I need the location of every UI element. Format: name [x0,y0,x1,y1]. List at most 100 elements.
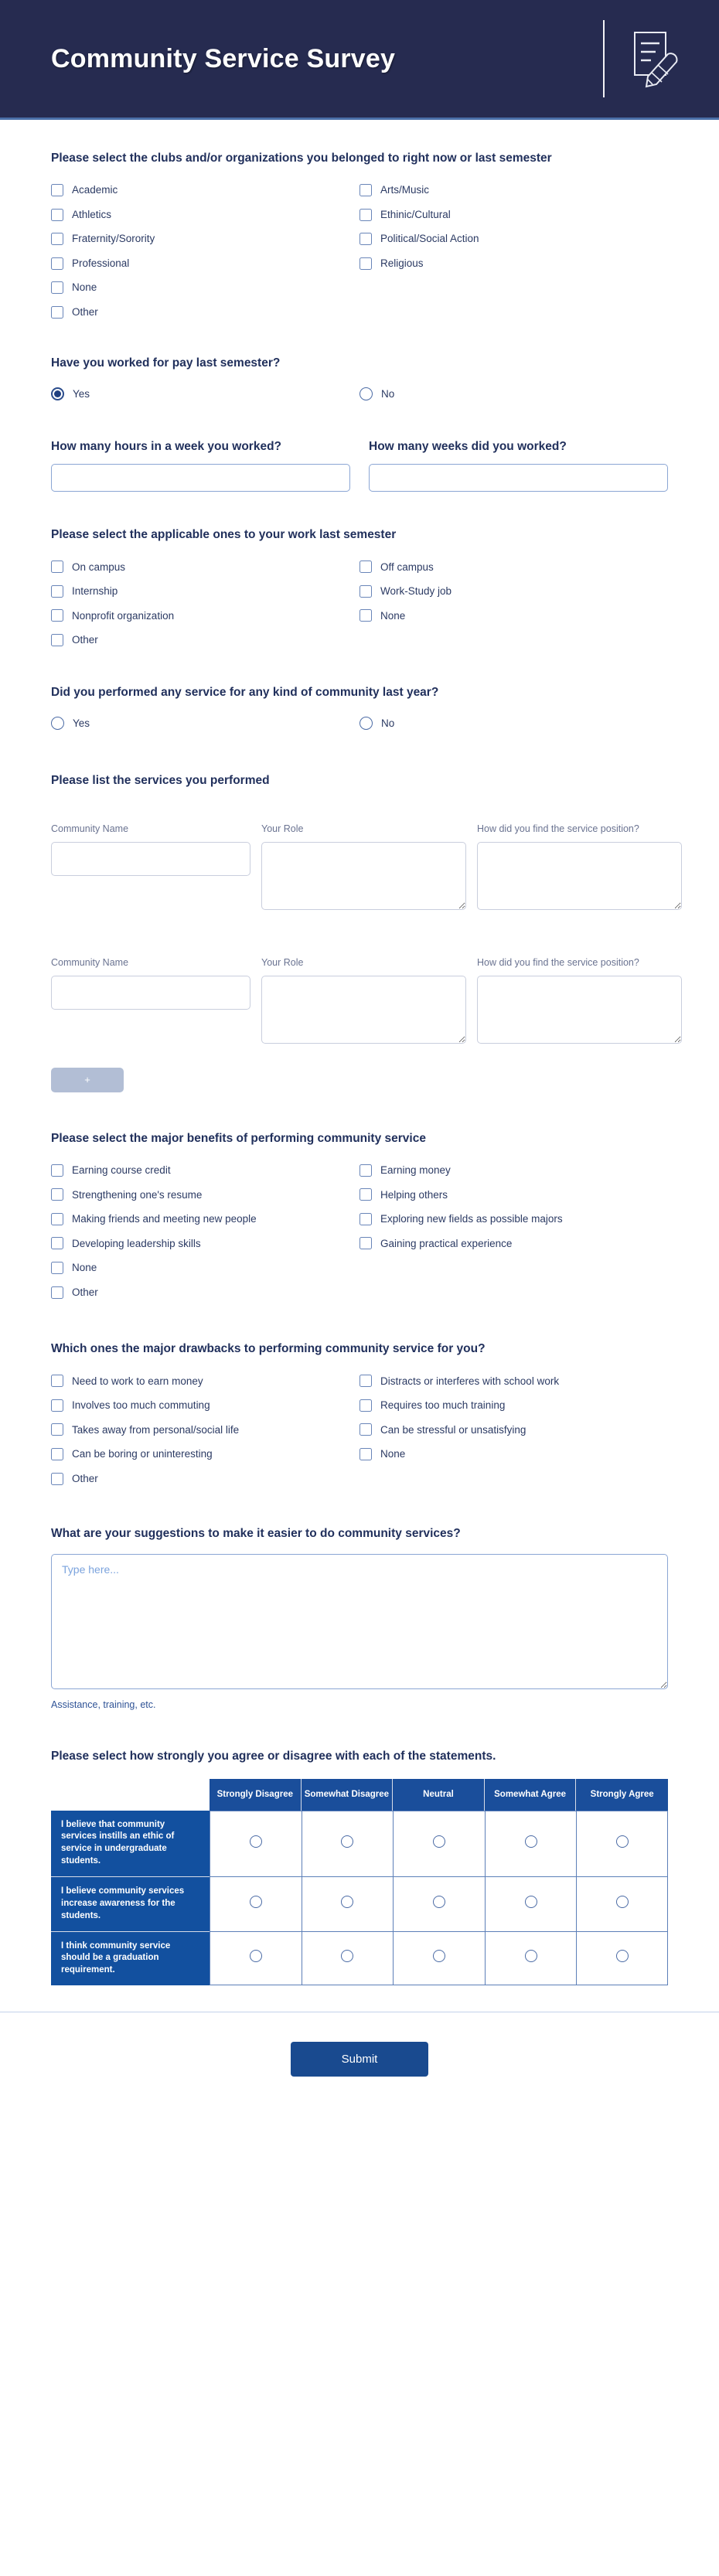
checkbox-icon[interactable] [51,1423,63,1436]
checkbox-option[interactable]: Requires too much training [360,1393,668,1418]
checkbox-icon[interactable] [360,1237,372,1250]
radio-icon[interactable] [615,1896,629,1909]
likert-cell[interactable] [210,1931,302,1986]
checkbox-option[interactable]: Arts/Music [360,178,668,203]
checkbox-icon[interactable] [360,1188,372,1201]
checkbox-option[interactable]: Helping others [360,1183,668,1208]
your-role-textarea-2[interactable] [261,975,466,1044]
likert-cell[interactable] [301,1810,394,1877]
likert-cell[interactable] [576,1876,668,1932]
checkbox-option[interactable]: Takes away from personal/social life [51,1418,360,1443]
checkbox-icon[interactable] [360,208,372,221]
likert-cell[interactable] [576,1810,668,1877]
radio-option-yes[interactable]: Yes [51,711,360,736]
checkbox-icon[interactable] [51,1472,63,1485]
checkbox-icon[interactable] [360,609,372,622]
checkbox-option-none[interactable]: None [51,275,668,300]
checkbox-option[interactable]: Fraternity/Sorority [51,227,360,251]
radio-icon[interactable] [524,1835,537,1849]
radio-icon[interactable] [524,1896,537,1909]
checkbox-option-other[interactable]: Other [51,300,668,325]
radio-option-no[interactable]: No [360,382,668,407]
likert-cell[interactable] [484,1931,577,1986]
checkbox-icon[interactable] [360,1399,372,1412]
checkbox-icon[interactable] [51,1286,63,1299]
radio-icon[interactable] [615,1950,629,1963]
checkbox-icon[interactable] [51,1262,63,1275]
checkbox-option[interactable]: Nonprofit organization [51,604,360,629]
radio-icon[interactable] [249,1835,262,1849]
hours-input[interactable] [51,464,350,492]
likert-cell[interactable] [301,1931,394,1986]
checkbox-option[interactable]: Earning course credit [51,1158,360,1183]
community-name-input-1[interactable] [51,841,250,876]
checkbox-icon[interactable] [51,233,63,246]
checkbox-option[interactable]: Involves too much commuting [51,1393,360,1418]
checkbox-option[interactable]: Distracts or interferes with school work [360,1369,668,1394]
checkbox-option[interactable]: Off campus [360,555,668,580]
checkbox-icon[interactable] [51,281,63,295]
radio-icon[interactable] [341,1950,354,1963]
checkbox-icon[interactable] [360,257,372,270]
radio-option-no[interactable]: No [360,711,668,736]
checkbox-icon[interactable] [360,1448,372,1460]
checkbox-option[interactable]: Work-Study job [360,579,668,604]
radio-icon[interactable] [360,717,373,731]
checkbox-option[interactable]: Professional [51,251,360,276]
checkbox-icon[interactable] [51,561,63,574]
weeks-input[interactable] [369,464,668,492]
checkbox-icon[interactable] [51,305,63,319]
checkbox-icon[interactable] [360,584,372,598]
submit-button[interactable]: Submit [290,2042,429,2077]
checkbox-option[interactable]: Religious [360,251,668,276]
suggestions-textarea[interactable] [51,1553,668,1689]
checkbox-icon[interactable] [51,257,63,270]
radio-icon[interactable] [249,1950,262,1963]
likert-cell[interactable] [210,1876,302,1932]
checkbox-icon[interactable] [51,633,63,646]
checkbox-option[interactable]: Gaining practical experience [360,1232,668,1256]
checkbox-option[interactable]: None [360,1442,668,1467]
likert-cell[interactable] [484,1810,577,1877]
likert-cell[interactable] [393,1931,485,1986]
checkbox-option[interactable]: Making friends and meeting new people [51,1207,360,1232]
checkbox-option[interactable]: Need to work to earn money [51,1369,360,1394]
checkbox-option[interactable]: On campus [51,555,360,580]
checkbox-icon[interactable] [360,1212,372,1225]
checkbox-icon[interactable] [51,584,63,598]
checkbox-icon[interactable] [51,1399,63,1412]
checkbox-icon[interactable] [360,1423,372,1436]
checkbox-icon[interactable] [360,1164,372,1177]
how-found-textarea-1[interactable] [477,841,682,910]
checkbox-option[interactable]: Developing leadership skills [51,1232,360,1256]
checkbox-icon[interactable] [360,1375,372,1388]
radio-icon-selected[interactable] [51,387,64,401]
checkbox-icon[interactable] [51,1448,63,1460]
radio-icon[interactable] [341,1835,354,1849]
likert-cell[interactable] [210,1810,302,1877]
radio-option-yes[interactable]: Yes [51,382,360,407]
checkbox-icon[interactable] [360,233,372,246]
checkbox-option[interactable]: Can be stressful or unsatisfying [360,1418,668,1443]
checkbox-option[interactable]: Earning money [360,1158,668,1183]
checkbox-option[interactable]: Can be boring or uninteresting [51,1442,360,1467]
checkbox-icon[interactable] [51,184,63,197]
radio-icon[interactable] [432,1835,445,1849]
checkbox-icon[interactable] [51,208,63,221]
checkbox-option-other[interactable]: Other [51,1467,668,1491]
checkbox-icon[interactable] [360,561,372,574]
likert-cell[interactable] [576,1931,668,1986]
likert-cell[interactable] [393,1876,485,1932]
radio-icon[interactable] [432,1950,445,1963]
radio-icon[interactable] [341,1896,354,1909]
your-role-textarea-1[interactable] [261,841,466,910]
likert-cell[interactable] [393,1810,485,1877]
checkbox-option[interactable]: None [360,604,668,629]
checkbox-icon[interactable] [51,1237,63,1250]
radio-icon[interactable] [249,1896,262,1909]
likert-cell[interactable] [484,1876,577,1932]
how-found-textarea-2[interactable] [477,975,682,1044]
checkbox-icon[interactable] [360,184,372,197]
radio-icon[interactable] [524,1950,537,1963]
add-service-row-button[interactable]: + [51,1067,124,1092]
